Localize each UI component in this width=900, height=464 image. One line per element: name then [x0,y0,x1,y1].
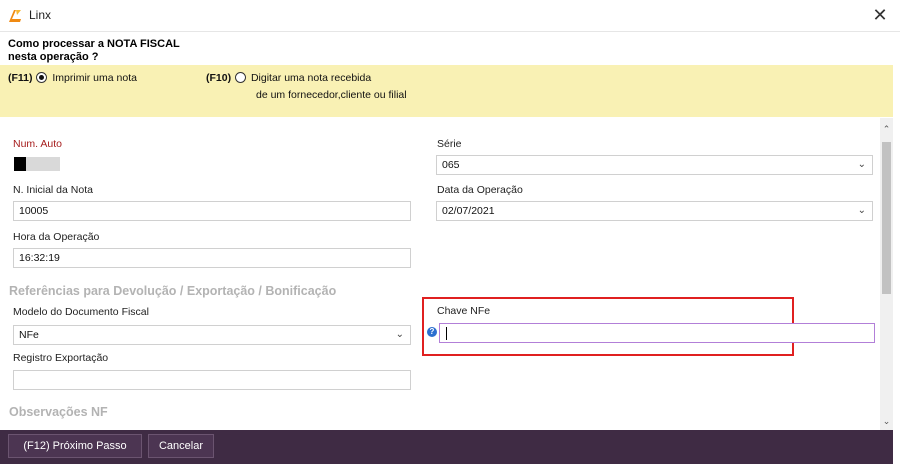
linx-logo-icon [9,10,21,22]
prompt-line-2: nesta operação ? [8,51,99,63]
data-operacao-select[interactable]: 02/07/2021 ⌄ [436,201,873,221]
section-referencias: Referências para Devolução / Exportação … [9,284,337,298]
nota-inicial-label: N. Inicial da Nota [13,184,93,196]
modelo-documento-label: Modelo do Documento Fiscal [13,306,149,318]
chave-nfe-label: Chave NFe [437,305,491,317]
option-label-type-line2: de um fornecedor,cliente ou filial [256,89,407,101]
radio-print-note[interactable] [36,72,48,83]
hora-operacao-label: Hora da Operação [13,231,100,243]
next-step-button[interactable]: (F12) Próximo Passo [8,434,142,458]
text-caret [446,327,447,340]
option-type-received-note[interactable]: (F10) Digitar uma nota recebida [206,71,371,85]
operation-prompt: Como processar a NOTA FISCAL nesta opera… [8,38,180,64]
info-icon[interactable]: ? [427,327,437,337]
num-auto-label: Num. Auto [13,138,63,150]
modelo-documento-value: NFe [19,329,39,341]
registro-exportacao-input[interactable] [13,370,411,390]
title-bar: Linx ✕ [0,0,900,32]
scroll-up-icon[interactable]: ⌃ [880,122,893,136]
window-title: Linx [29,8,52,22]
hora-operacao-value: 16:32:19 [19,252,60,264]
serie-value: 065 [442,159,460,171]
radio-type-received-note[interactable] [235,72,247,83]
nota-inicial-input[interactable]: 10005 [13,201,411,221]
scroll-thumb[interactable] [882,142,891,294]
option-label-type-line1: Digitar uma nota recebida [250,72,372,84]
chevron-down-icon: ⌄ [857,159,866,170]
serie-select[interactable]: 065 ⌄ [436,155,873,175]
nota-inicial-value: 10005 [19,205,49,217]
option-key-f11: (F11) [8,72,33,84]
footer-bar: (F12) Próximo Passo Cancelar [0,430,893,464]
toggle-knob [14,157,26,171]
num-auto-toggle[interactable] [14,157,60,171]
data-operacao-value: 02/07/2021 [442,205,495,217]
prompt-line-1: Como processar a NOTA FISCAL [8,38,180,50]
scroll-down-icon[interactable]: ⌄ [880,414,893,428]
option-key-f10: (F10) [206,72,232,84]
chevron-down-icon: ⌄ [857,205,866,216]
modelo-documento-select[interactable]: NFe ⌄ [13,325,411,345]
hora-operacao-input[interactable]: 16:32:19 [13,248,411,268]
registro-exportacao-label: Registro Exportação [13,352,109,364]
chevron-down-icon: ⌄ [395,329,404,340]
data-operacao-label: Data da Operação [437,184,523,196]
cancel-button[interactable]: Cancelar [148,434,214,458]
section-observacoes: Observações NF [9,405,108,419]
chave-nfe-input[interactable] [439,323,875,343]
options-band: (F11) Imprimir uma nota (F10) Digitar um… [0,65,893,117]
option-label-print: Imprimir uma nota [52,72,137,84]
close-icon[interactable]: ✕ [868,4,892,28]
vertical-scrollbar[interactable]: ⌃ ⌄ [880,118,893,430]
option-print-note[interactable]: (F11) Imprimir uma nota [8,71,137,85]
serie-label: Série [437,138,462,150]
